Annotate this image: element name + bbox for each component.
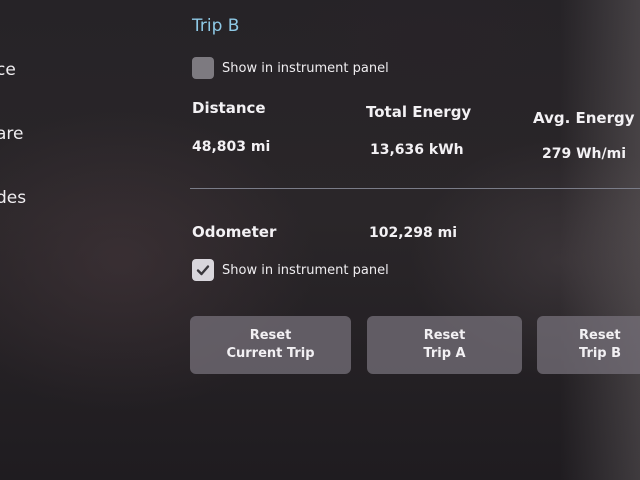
trip-b-title: Trip B <box>192 16 240 36</box>
reset-current-trip-button[interactable]: Reset Current Trip <box>190 316 351 374</box>
section-divider <box>190 188 640 189</box>
touchscreen: ce are des Trip B Show in instrument pan… <box>0 0 640 480</box>
check-icon <box>196 265 210 276</box>
reset-current-trip-line2: Current Trip <box>226 346 315 361</box>
sidebar-item-3[interactable]: des <box>0 188 26 208</box>
avg-energy-label: Avg. Energy <box>533 109 635 127</box>
odometer-label: Odometer <box>192 223 277 241</box>
reset-current-trip-line1: Reset <box>249 328 292 343</box>
reset-trip-a-button[interactable]: Reset Trip A <box>367 316 522 374</box>
reset-trip-b-button[interactable]: Reset Trip B <box>537 316 640 374</box>
distance-label: Distance <box>192 99 266 117</box>
trip-b-show-panel-row[interactable]: Show in instrument panel <box>192 57 389 79</box>
odometer-show-panel-checkbox[interactable] <box>192 259 214 281</box>
odometer-show-panel-row[interactable]: Show in instrument panel <box>192 259 389 281</box>
sidebar-item-1[interactable]: ce <box>0 60 16 80</box>
screen-glare <box>560 0 640 480</box>
odometer-show-panel-label: Show in instrument panel <box>222 262 389 278</box>
sidebar-item-2[interactable]: are <box>0 124 24 144</box>
trip-b-show-panel-checkbox[interactable] <box>192 57 214 79</box>
total-energy-label: Total Energy <box>366 103 472 121</box>
total-energy-value: 13,636 kWh <box>370 142 464 158</box>
reset-trip-b-line1: Reset <box>579 328 621 343</box>
reset-trip-a-line1: Reset <box>423 328 466 343</box>
reset-trip-b-line2: Trip B <box>579 346 622 361</box>
trip-b-show-panel-label: Show in instrument panel <box>222 60 389 76</box>
distance-value: 48,803 mi <box>192 139 271 155</box>
odometer-value: 102,298 mi <box>369 225 458 241</box>
avg-energy-value: 279 Wh/mi <box>542 146 627 162</box>
reset-trip-a-line2: Trip A <box>423 346 466 361</box>
